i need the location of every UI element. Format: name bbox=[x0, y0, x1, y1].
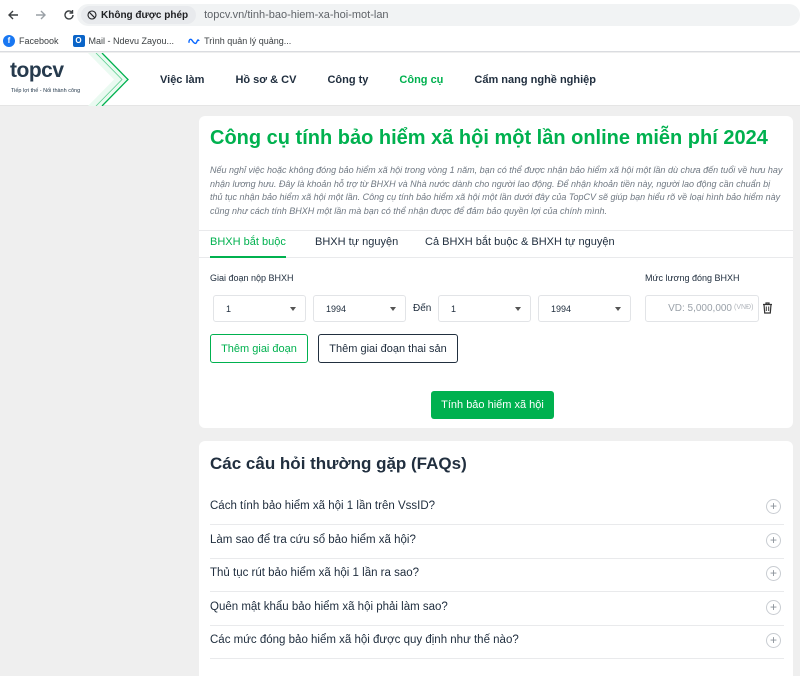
bookmark-label: Mail - Ndevu Zayou... bbox=[88, 35, 175, 46]
salary-input[interactable] bbox=[646, 296, 734, 321]
page-title: Công cụ tính bảo hiểm xã hội một lần onl… bbox=[210, 127, 768, 149]
faq-item[interactable]: Thủ tục rút bảo hiểm xã hội 1 lần ra sao… bbox=[210, 558, 784, 592]
main-nav: Việc làm Hồ sơ & CV Công ty Công cụ Cẩm … bbox=[160, 53, 627, 106]
address-bar[interactable]: Không được phép topcv.vn/tinh-bao-hiem-x… bbox=[77, 4, 800, 26]
plus-icon[interactable]: + bbox=[766, 600, 781, 615]
plus-icon[interactable]: + bbox=[766, 633, 781, 648]
bookmark-label: Trình quản lý quảng... bbox=[204, 35, 292, 46]
faq-title: Các câu hỏi thường gặp (FAQs) bbox=[210, 454, 467, 473]
calculate-button[interactable]: Tính bảo hiểm xã hội bbox=[431, 391, 554, 419]
to-year-value: 1994 bbox=[551, 303, 572, 314]
faq-item[interactable]: Cách tính bảo hiểm xã hội 1 lần trên Vss… bbox=[210, 491, 784, 525]
url-text[interactable]: topcv.vn/tinh-bao-hiem-xa-hoi-mot-lan bbox=[204, 9, 388, 21]
faq-question: Cách tính bảo hiểm xã hội 1 lần trên Vss… bbox=[210, 500, 436, 512]
reload-icon bbox=[64, 10, 74, 20]
nav-jobs[interactable]: Việc làm bbox=[160, 74, 204, 86]
logo-tagline: Tiếp lợi thế - Nối thành công bbox=[11, 88, 81, 94]
topcv-logo[interactable]: topcv Tiếp lợi thế - Nối thành công bbox=[0, 53, 132, 106]
plus-icon[interactable]: + bbox=[766, 533, 781, 548]
tab-bhxh-both[interactable]: Cả BHXH bắt buộc & BHXH tự nguyện bbox=[425, 236, 615, 248]
bookmark-label: Facebook bbox=[19, 35, 59, 46]
faq-question: Quên mật khẩu bảo hiểm xã hội phải làm s… bbox=[210, 601, 448, 613]
chevron-down-icon bbox=[290, 307, 296, 311]
period-label: Giai đoạn nộp BHXH bbox=[210, 273, 294, 283]
faq-item[interactable]: Làm sao để tra cứu sổ bảo hiểm xã hội? + bbox=[210, 525, 784, 559]
salary-label: Mức lương đóng BHXH bbox=[645, 273, 740, 283]
arrow-right-icon bbox=[36, 10, 46, 20]
nav-profile-cv[interactable]: Hồ sơ & CV bbox=[235, 74, 296, 86]
bookmark-mail[interactable]: O Mail - Ndevu Zayou... bbox=[72, 34, 175, 47]
site-header: topcv Tiếp lợi thế - Nối thành công Việc… bbox=[0, 53, 800, 106]
forward-button[interactable] bbox=[28, 0, 54, 30]
logo-wordmark: topcv bbox=[10, 59, 64, 83]
bookmark-ads-manager[interactable]: Trình quản lý quảng... bbox=[188, 35, 291, 47]
tab-bhxh-voluntary[interactable]: BHXH tự nguyện bbox=[315, 236, 398, 248]
tab-bhxh-mandatory[interactable]: BHXH bắt buộc bbox=[210, 236, 286, 248]
back-button[interactable] bbox=[0, 0, 26, 30]
chevron-down-icon bbox=[515, 307, 521, 311]
from-year-value: 1994 bbox=[326, 303, 347, 314]
from-month-select[interactable]: 1 bbox=[213, 295, 306, 322]
logo-cv: cv bbox=[41, 59, 64, 82]
not-secure-icon bbox=[87, 10, 97, 20]
faq-question: Các mức đóng bảo hiểm xã hội được quy đị… bbox=[210, 634, 519, 646]
from-year-select[interactable]: 1994 bbox=[313, 295, 406, 322]
facebook-icon: f bbox=[3, 34, 15, 47]
browser-toolbar: Không được phép topcv.vn/tinh-bao-hiem-x… bbox=[0, 0, 800, 30]
nav-tools[interactable]: Công cụ bbox=[399, 74, 443, 86]
security-label: Không được phép bbox=[101, 9, 189, 21]
bhxh-calculator-card: Công cụ tính bảo hiểm xã hội một lần onl… bbox=[199, 116, 793, 428]
calc-tabs: BHXH bắt buộc BHXH tự nguyện Cả BHXH bắt… bbox=[199, 230, 793, 258]
faq-item[interactable]: Các mức đóng bảo hiểm xã hội được quy đị… bbox=[210, 625, 784, 659]
to-year-select[interactable]: 1994 bbox=[538, 295, 631, 322]
faq-card: Các câu hỏi thường gặp (FAQs) Cách tính … bbox=[199, 441, 793, 676]
logo-top: top bbox=[10, 59, 42, 82]
meta-icon bbox=[188, 38, 200, 44]
from-month-value: 1 bbox=[226, 303, 232, 314]
chevron-down-icon bbox=[615, 307, 621, 311]
add-maternity-period-button[interactable]: Thêm giai đoạn thai sản bbox=[318, 334, 458, 363]
chevron-down-icon bbox=[390, 307, 396, 311]
to-label: Đến bbox=[413, 303, 432, 314]
to-month-select[interactable]: 1 bbox=[438, 295, 531, 322]
outlook-icon: O bbox=[72, 34, 85, 47]
nav-career-guide[interactable]: Cẩm nang nghề nghiệp bbox=[474, 74, 596, 86]
intro-text: Nếu nghỉ việc hoặc không đóng bảo hiểm x… bbox=[210, 165, 783, 216]
add-period-button[interactable]: Thêm giai đoạn bbox=[210, 334, 308, 363]
faq-question: Thủ tục rút bảo hiểm xã hội 1 lần ra sao… bbox=[210, 567, 420, 579]
active-tab-indicator bbox=[210, 256, 286, 258]
nav-companies[interactable]: Công ty bbox=[327, 74, 368, 86]
faq-item[interactable]: Quên mật khẩu bảo hiểm xã hội phải làm s… bbox=[210, 592, 784, 626]
logo-chevron-icon bbox=[88, 53, 129, 106]
security-chip[interactable]: Không được phép bbox=[81, 6, 197, 24]
trash-icon[interactable] bbox=[762, 302, 773, 314]
bookmarks-bar: f Facebook O Mail - Ndevu Zayou... Trình… bbox=[0, 30, 800, 52]
salary-field[interactable]: (VNĐ) bbox=[645, 295, 759, 322]
plus-icon[interactable]: + bbox=[766, 499, 781, 514]
faq-question: Làm sao để tra cứu sổ bảo hiểm xã hội? bbox=[210, 534, 416, 546]
plus-icon[interactable]: + bbox=[766, 566, 781, 581]
to-month-value: 1 bbox=[451, 303, 457, 314]
bookmark-facebook[interactable]: f Facebook bbox=[3, 34, 59, 47]
salary-unit: (VNĐ) bbox=[734, 304, 754, 311]
arrow-left-icon bbox=[8, 10, 18, 20]
